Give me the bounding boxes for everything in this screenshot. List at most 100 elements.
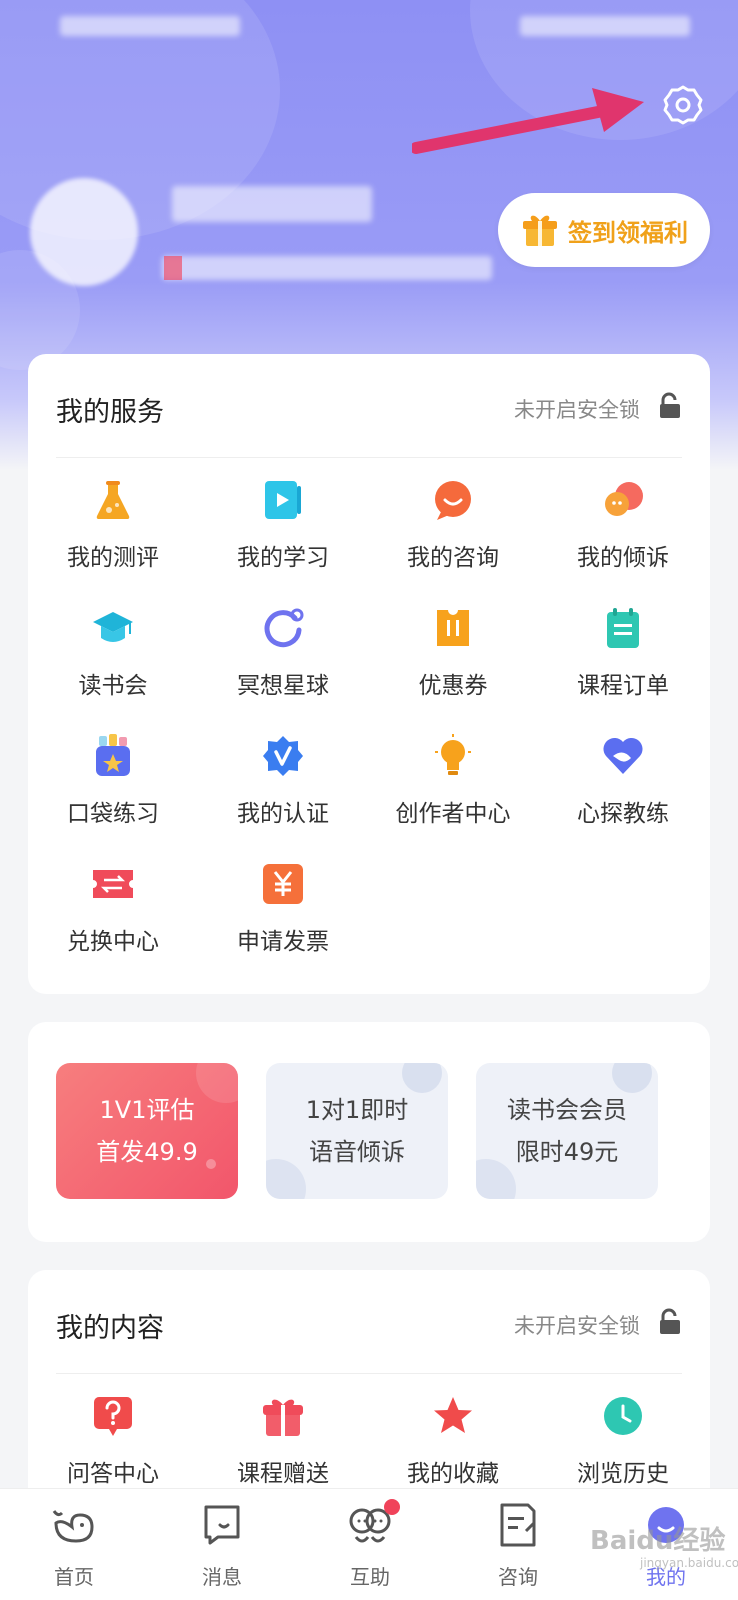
- coupon-icon: [437, 606, 469, 646]
- content-title: 我的内容: [56, 1313, 164, 1344]
- notification-dot: [384, 1499, 400, 1515]
- service-label: 创作者中心: [395, 801, 511, 827]
- tab-label: 咨询: [498, 1565, 538, 1589]
- gift-icon: [263, 1399, 303, 1436]
- service-label: 我的倾诉: [577, 545, 669, 571]
- service-my-consultation[interactable]: 我的咨询: [368, 458, 538, 586]
- service-apply-invoice[interactable]: 申请发票: [198, 842, 368, 970]
- service-pocket-practice[interactable]: 口袋练习: [28, 714, 198, 842]
- content-my-favorites[interactable]: 我的收藏: [368, 1374, 538, 1502]
- flask-icon: [96, 481, 130, 519]
- tab-home[interactable]: 首页: [0, 1489, 148, 1600]
- heart-whale-icon: [603, 737, 643, 774]
- orbit-ring-icon: [264, 608, 304, 648]
- tab-messages[interactable]: 消息: [148, 1489, 296, 1600]
- service-label: 心探教练: [577, 801, 669, 827]
- gear-icon: [663, 85, 703, 125]
- content-course-gift[interactable]: 课程赠送: [198, 1374, 368, 1502]
- gift-icon: [523, 215, 557, 246]
- service-my-certification[interactable]: 我的认证: [198, 714, 368, 842]
- content-label: 我的收藏: [407, 1461, 499, 1487]
- service-my-assessment[interactable]: 我的测评: [28, 458, 198, 586]
- unlock-icon[interactable]: [658, 1308, 682, 1336]
- double-bubble-icon: [605, 482, 643, 516]
- checkin-button[interactable]: 签到领福利: [498, 193, 710, 267]
- verified-badge-icon: [263, 736, 303, 776]
- promo-line1: 读书会会员: [507, 1096, 627, 1124]
- baidu-watermark: Baidu经验: [590, 1526, 726, 1556]
- clipboard-icon: [607, 608, 639, 648]
- service-label: 我的学习: [237, 545, 329, 571]
- service-label: 兑换中心: [67, 929, 159, 955]
- service-label: 冥想星球: [237, 673, 329, 699]
- annotation-arrow: [412, 88, 644, 154]
- service-label: 课程订单: [577, 673, 669, 699]
- promo-line2: 限时49元: [515, 1138, 619, 1166]
- promo-line1: 1对1即时: [305, 1096, 409, 1124]
- status-bar-blurred: [60, 16, 240, 36]
- service-creator-center[interactable]: 创作者中心: [368, 714, 538, 842]
- promo-assessment[interactable]: 1V1评估 首发49.9: [56, 1063, 238, 1199]
- service-label: 口袋练习: [67, 801, 159, 827]
- tab-mutual-help[interactable]: 互助: [296, 1489, 444, 1600]
- content-qa-center[interactable]: 问答中心: [28, 1374, 198, 1502]
- service-label: 申请发票: [237, 929, 329, 955]
- checkin-label: 签到领福利: [568, 218, 688, 247]
- avatar[interactable]: [30, 178, 138, 286]
- exchange-ticket-icon: [93, 870, 133, 898]
- tab-label: 消息: [202, 1565, 242, 1589]
- settings-button[interactable]: [658, 80, 708, 130]
- content-browse-history[interactable]: 浏览历史: [538, 1374, 708, 1502]
- content-label: 课程赠送: [237, 1461, 329, 1487]
- service-course-orders[interactable]: 课程订单: [538, 586, 708, 714]
- service-exchange-center[interactable]: 兑换中心: [28, 842, 198, 970]
- profile-link-blurred[interactable]: [162, 256, 492, 280]
- unlock-icon[interactable]: [658, 392, 682, 420]
- service-reading-club[interactable]: 读书会: [28, 586, 198, 714]
- lightbulb-icon: [435, 734, 471, 775]
- service-label: 我的测评: [67, 545, 159, 571]
- graduation-cap-icon: [93, 612, 133, 642]
- decor-dot: [266, 1159, 306, 1199]
- promo-voice-confide[interactable]: 1对1即时 语音倾诉: [266, 1063, 448, 1199]
- services-card-header: 我的服务 未开启安全锁: [56, 354, 682, 458]
- security-lock-text[interactable]: 未开启安全锁: [514, 1310, 640, 1340]
- services-title: 我的服务: [56, 397, 164, 428]
- service-label: 优惠券: [418, 673, 488, 699]
- service-meditation-planet[interactable]: 冥想星球: [198, 586, 368, 714]
- promo-line2: 语音倾诉: [309, 1138, 405, 1166]
- decor-dot: [196, 1063, 238, 1103]
- username-blurred: [172, 186, 372, 222]
- yuan-invoice-icon: [263, 864, 303, 904]
- services-card: 我的服务 未开启安全锁 我的测评 我的学习 我的咨询 我的倾诉 读书会 冥想星球…: [28, 354, 710, 994]
- chat-smile-icon: [435, 481, 471, 520]
- clock-icon: [604, 1397, 642, 1435]
- level-tag-blurred: [164, 256, 182, 280]
- whale-icon: [52, 1510, 94, 1543]
- video-play-icon: [265, 481, 301, 519]
- promo-reading-membership[interactable]: 读书会会员 限时49元: [476, 1063, 658, 1199]
- content-label: 问答中心: [67, 1461, 159, 1487]
- service-my-confide[interactable]: 我的倾诉: [538, 458, 708, 586]
- tab-label: 首页: [54, 1565, 94, 1589]
- security-lock-text[interactable]: 未开启安全锁: [514, 394, 640, 424]
- tab-consult[interactable]: 咨询: [444, 1489, 592, 1600]
- service-coupon[interactable]: 优惠券: [368, 586, 538, 714]
- baidu-watermark-url: jingyan.baidu.com: [640, 1556, 738, 1570]
- question-icon: [94, 1397, 132, 1436]
- consult-icon: [500, 1503, 536, 1547]
- status-bar-blurred: [520, 16, 690, 36]
- decor-dot: [476, 1159, 516, 1199]
- decor-dot: [206, 1159, 216, 1169]
- content-card-header: 我的内容 未开启安全锁: [56, 1270, 682, 1374]
- service-my-learning[interactable]: 我的学习: [198, 458, 368, 586]
- service-label: 我的认证: [237, 801, 329, 827]
- service-heart-coach[interactable]: 心探教练: [538, 714, 708, 842]
- tab-label: 互助: [350, 1565, 390, 1589]
- pocket-star-icon: [96, 734, 130, 776]
- promos-card: 1V1评估 首发49.9 1对1即时 语音倾诉 读书会会员 限时49元: [28, 1022, 710, 1242]
- content-label: 浏览历史: [577, 1461, 669, 1487]
- service-label: 我的咨询: [407, 545, 499, 571]
- service-label: 读书会: [78, 673, 148, 699]
- message-icon: [204, 1505, 240, 1545]
